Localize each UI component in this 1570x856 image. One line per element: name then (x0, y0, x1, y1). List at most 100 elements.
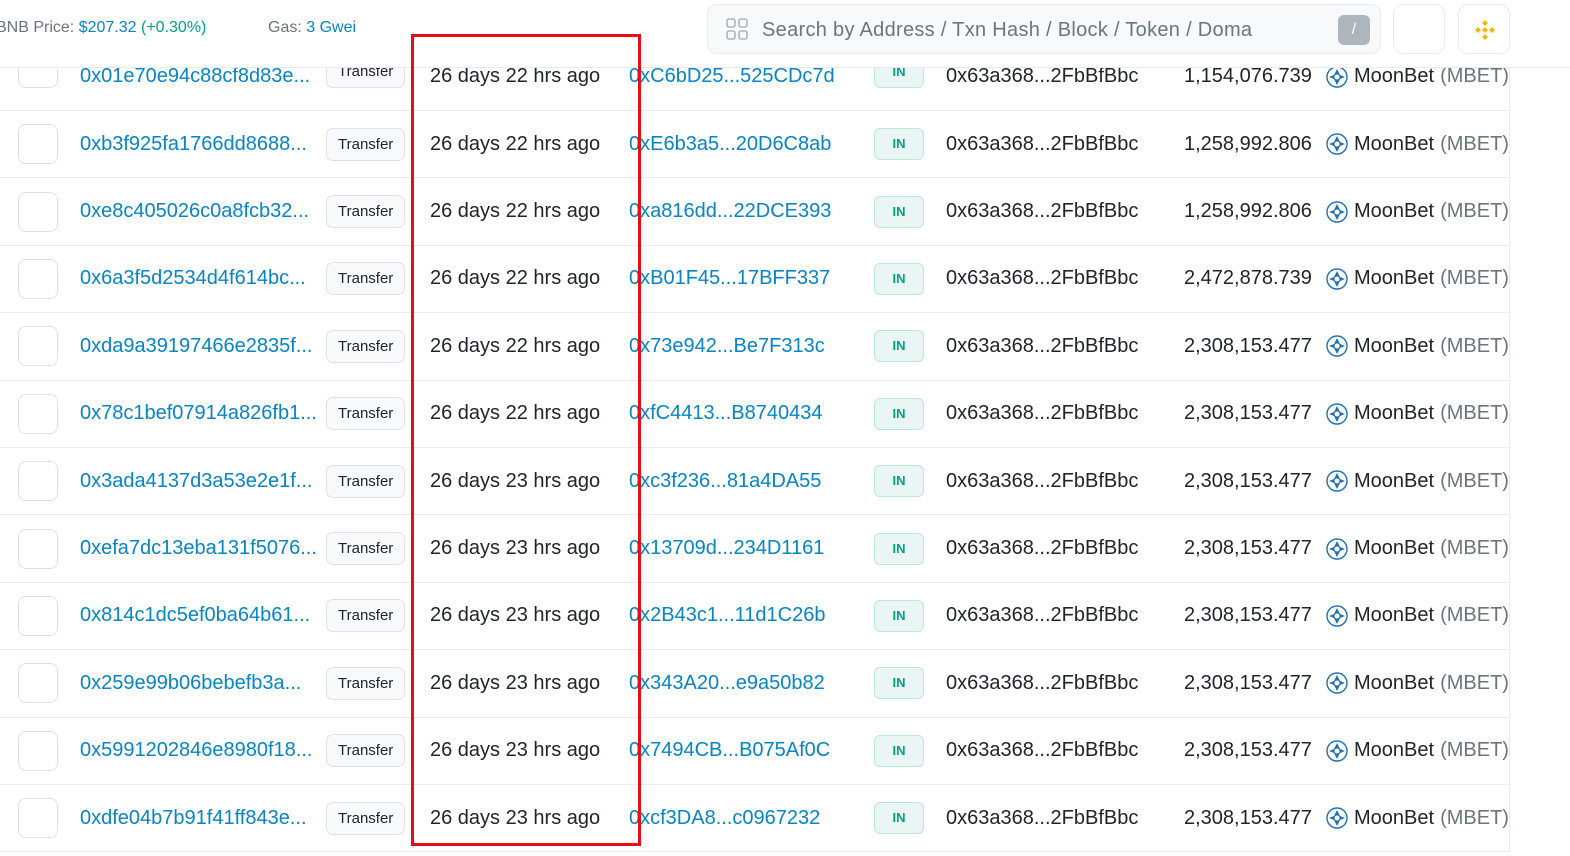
token-name: MoonBet (1354, 65, 1435, 87)
txn-hash-link[interactable]: 0xefa7dc13eba131f5076... (80, 515, 317, 581)
method-cell: Transfer (326, 246, 406, 312)
age-cell: 26 days 22 hrs ago (430, 267, 601, 290)
txn-hash-link[interactable]: 0x3ada4137d3a53e2e1f... (80, 448, 312, 514)
token-link[interactable]: MoonBet (MBET) (1326, 313, 1509, 379)
eye-icon[interactable] (18, 258, 58, 299)
from-address-link[interactable]: 0x7494CB...B075Af0C (629, 718, 830, 784)
txn-hash-link[interactable]: 0x259e99b06bebefb3a... (80, 650, 301, 716)
token-link[interactable]: MoonBet (MBET) (1326, 448, 1509, 514)
bnb-icon (1475, 20, 1495, 40)
gas-label: Gas: (268, 19, 302, 36)
eye-icon[interactable] (18, 124, 58, 165)
in-badge: IN (874, 802, 924, 835)
row-preview-cell (18, 583, 58, 649)
txn-hash-link[interactable]: 0xe8c405026c0a8fcb32... (80, 178, 309, 244)
token-link[interactable]: MoonBet (MBET) (1326, 246, 1509, 312)
direction-cell: IN (874, 785, 924, 851)
eye-icon[interactable] (18, 393, 58, 434)
from-address-link[interactable]: 0xE6b3a5...20D6C8ab (629, 111, 831, 177)
txn-hash-link[interactable]: 0x814c1dc5ef0ba64b61... (80, 583, 310, 649)
eye-icon[interactable] (18, 528, 58, 569)
row-preview-cell (18, 718, 58, 784)
direction-cell: IN (874, 313, 924, 379)
token-link[interactable]: MoonBet (MBET) (1326, 718, 1509, 784)
direction-cell: IN (874, 178, 924, 244)
token-name: MoonBet (1354, 469, 1435, 492)
search-bar[interactable]: / (707, 4, 1381, 54)
eye-icon[interactable] (18, 798, 58, 839)
from-address-link[interactable]: 0xcf3DA8...c0967232 (629, 785, 820, 851)
token-name: MoonBet (1354, 806, 1435, 829)
token-link[interactable]: MoonBet (MBET) (1326, 515, 1509, 581)
eye-icon[interactable] (18, 326, 58, 367)
method-badge: Transfer (326, 262, 406, 296)
txn-hash-link[interactable]: 0x6a3f5d2534d4f614bc... (80, 246, 306, 312)
moonbet-token-icon (1326, 133, 1348, 155)
method-cell: Transfer (326, 785, 406, 851)
token-symbol: (MBET) (1440, 132, 1509, 155)
direction-cell: IN (874, 448, 924, 514)
eye-icon[interactable] (18, 730, 58, 771)
txn-hash-link[interactable]: 0xda9a39197466e2835f... (80, 313, 312, 379)
token-name: MoonBet (1354, 334, 1435, 357)
method-badge: Transfer (326, 532, 406, 566)
txn-hash-link[interactable]: 0xdfe04b7b91f41ff843e... (80, 785, 307, 851)
to-address: 0x63a368...2FbBfBbc (946, 739, 1139, 762)
table-row: 0xb3f925fa1766dd8688... Transfer 26 days… (0, 111, 1509, 179)
from-address-link[interactable]: 0x343A20...e9a50b82 (629, 650, 825, 716)
from-address-link[interactable]: 0x13709d...234D1161 (629, 515, 824, 581)
from-address-link[interactable]: 0x2B43c1...11d1C26b (629, 583, 825, 649)
token-symbol: (MBET) (1440, 402, 1509, 425)
from-address-link[interactable]: 0xfC4413...B8740434 (629, 381, 823, 447)
to-address: 0x63a368...2FbBfBbc (946, 604, 1139, 627)
row-preview-cell (18, 650, 58, 716)
method-cell: Transfer (326, 313, 406, 379)
in-badge: IN (874, 397, 924, 430)
slash-shortcut-key: / (1338, 15, 1370, 45)
method-badge: Transfer (326, 599, 406, 633)
from-address-link[interactable]: 0xa816dd...22DCE393 (629, 178, 831, 244)
eye-icon[interactable] (18, 595, 58, 636)
token-link[interactable]: MoonBet (MBET) (1326, 178, 1509, 244)
method-badge: Transfer (326, 329, 406, 363)
txn-hash-link[interactable]: 0x78c1bef07914a826fb1... (80, 381, 317, 447)
age-cell: 26 days 23 hrs ago (430, 537, 601, 560)
method-cell: Transfer (326, 448, 406, 514)
method-badge: Transfer (326, 801, 406, 835)
token-link[interactable]: MoonBet (MBET) (1326, 650, 1509, 716)
quantity-cell: 1,258,992.806 (1184, 132, 1312, 155)
txn-hash-link[interactable]: 0xb3f925fa1766dd8688... (80, 111, 307, 177)
search-input[interactable] (762, 13, 1282, 47)
method-cell: Transfer (326, 583, 406, 649)
from-address-link[interactable]: 0xc3f236...81a4DA55 (629, 448, 821, 514)
moonbet-token-icon (1326, 807, 1348, 829)
row-preview-cell (18, 381, 58, 447)
method-badge: Transfer (326, 195, 406, 229)
to-address: 0x63a368...2FbBfBbc (946, 267, 1139, 290)
quantity-cell: 2,308,153.477 (1184, 334, 1312, 357)
direction-cell: IN (874, 650, 924, 716)
quantity-cell: 2,308,153.477 (1184, 604, 1312, 627)
token-link[interactable]: MoonBet (MBET) (1326, 785, 1509, 851)
eye-icon[interactable] (18, 191, 58, 232)
token-symbol: (MBET) (1440, 604, 1509, 627)
to-address: 0x63a368...2FbBfBbc (946, 469, 1139, 492)
token-link[interactable]: MoonBet (MBET) (1326, 111, 1509, 177)
from-address-link[interactable]: 0xB01F45...17BFF337 (629, 246, 830, 312)
theme-button[interactable] (1393, 4, 1445, 54)
in-badge: IN (874, 195, 924, 228)
token-link[interactable]: MoonBet (MBET) (1326, 381, 1509, 447)
txn-hash-link[interactable]: 0x5991202846e8980f18... (80, 718, 312, 784)
age-cell: 26 days 22 hrs ago (430, 402, 601, 425)
network-button[interactable] (1458, 4, 1510, 54)
to-address: 0x63a368...2FbBfBbc (946, 200, 1139, 223)
eye-icon[interactable] (18, 663, 58, 704)
age-cell: 26 days 23 hrs ago (430, 469, 601, 492)
token-link[interactable]: MoonBet (MBET) (1326, 583, 1509, 649)
price-value[interactable]: $207.32 (79, 19, 137, 36)
eye-icon[interactable] (18, 461, 58, 502)
from-address-link[interactable]: 0x73e942...Be7F313c (629, 313, 825, 379)
gas-value[interactable]: 3 Gwei (306, 19, 356, 36)
in-badge: IN (874, 532, 924, 565)
token-symbol: (MBET) (1440, 537, 1509, 560)
